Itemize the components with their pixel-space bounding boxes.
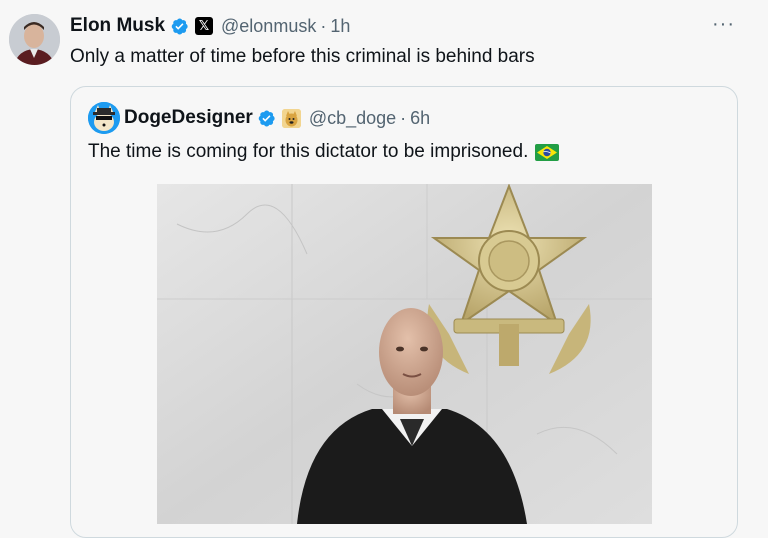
quoted-tweet-timestamp[interactable]: 6h xyxy=(410,108,430,129)
quoted-tweet-text-row: The time is coming for this dictator to … xyxy=(88,141,560,163)
tweet-header: Elon Musk 𝕏 @elonmusk · 1h xyxy=(70,14,350,38)
quoted-author-name[interactable]: DogeDesigner xyxy=(124,107,253,129)
tweet-text: Only a matter of time before this crimin… xyxy=(70,46,535,67)
doge-affiliation-icon[interactable] xyxy=(281,108,301,128)
verified-badge-icon xyxy=(171,18,188,34)
verified-badge-icon xyxy=(258,110,275,126)
quoted-tweet-text: The time is coming for this dictator to … xyxy=(88,141,529,162)
x-affiliation-icon[interactable]: 𝕏 xyxy=(195,17,214,35)
quoted-tweet-image[interactable] xyxy=(157,184,652,524)
header-separator: · xyxy=(320,15,327,36)
author-handle[interactable]: @elonmusk xyxy=(221,16,316,37)
quoted-author-handle[interactable]: @cb_doge xyxy=(309,108,396,129)
tweet-timestamp[interactable]: 1h xyxy=(330,16,350,37)
quoted-tweet-card[interactable]: DogeDesigner @cb_doge · 6h The time is c… xyxy=(70,86,738,538)
brazil-flag-icon xyxy=(535,143,560,161)
quoted-author-avatar[interactable] xyxy=(88,102,120,134)
author-name[interactable]: Elon Musk xyxy=(70,15,165,37)
author-avatar[interactable] xyxy=(9,14,60,65)
more-options-icon[interactable]: ··· xyxy=(712,14,735,34)
photo-illustration xyxy=(157,184,652,524)
header-separator: · xyxy=(400,107,407,128)
quoted-tweet-header: DogeDesigner @cb_doge · 6h xyxy=(124,106,430,130)
